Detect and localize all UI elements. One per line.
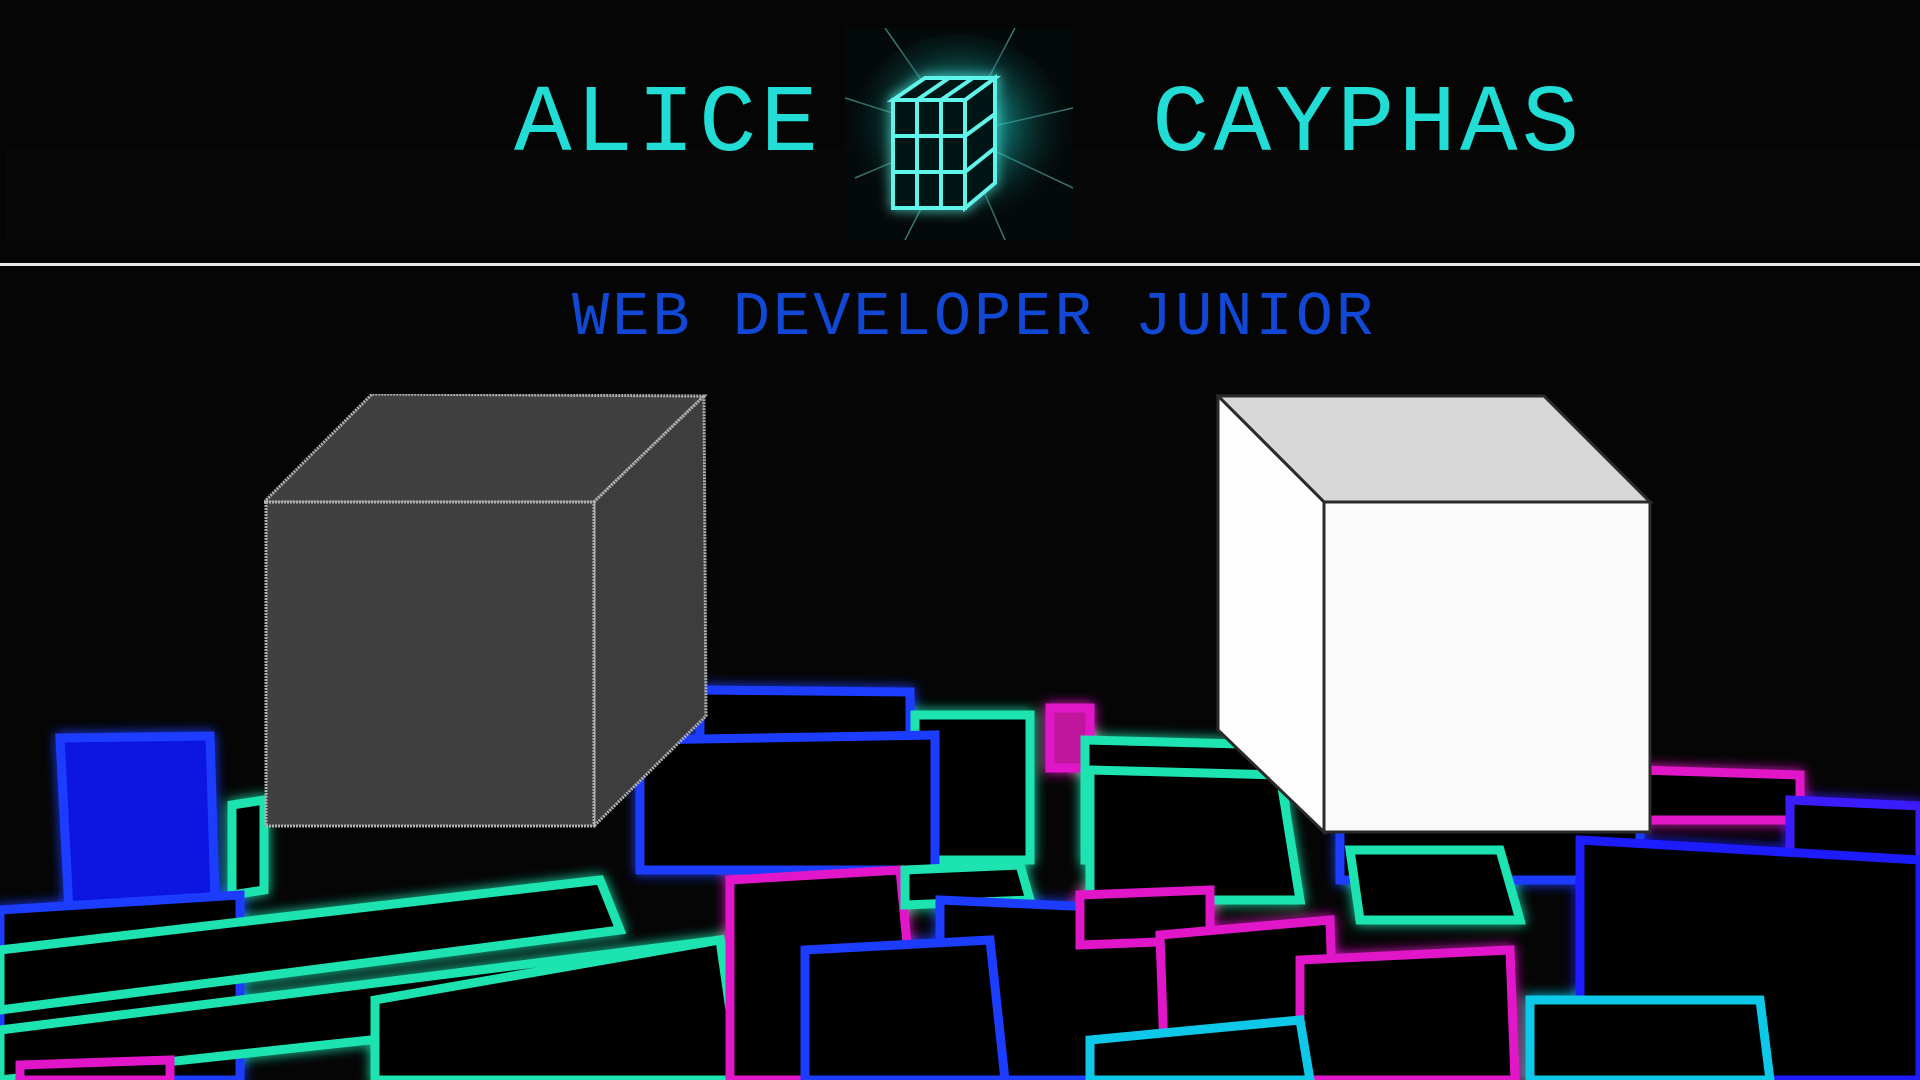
last-name: CAYPHAS <box>1152 70 1584 179</box>
landing-page: ALICE CAYPHAS WEB DEVELOPER JUNIOR <box>0 0 1920 1080</box>
dark-cube-button[interactable] <box>264 394 708 830</box>
job-title: WEB DEVELOPER JUNIOR <box>572 282 1377 353</box>
light-cube-button[interactable] <box>1216 394 1654 836</box>
header-divider <box>0 263 1920 266</box>
first-name: ALICE <box>514 70 823 179</box>
glowing-cube-icon <box>845 28 1073 240</box>
